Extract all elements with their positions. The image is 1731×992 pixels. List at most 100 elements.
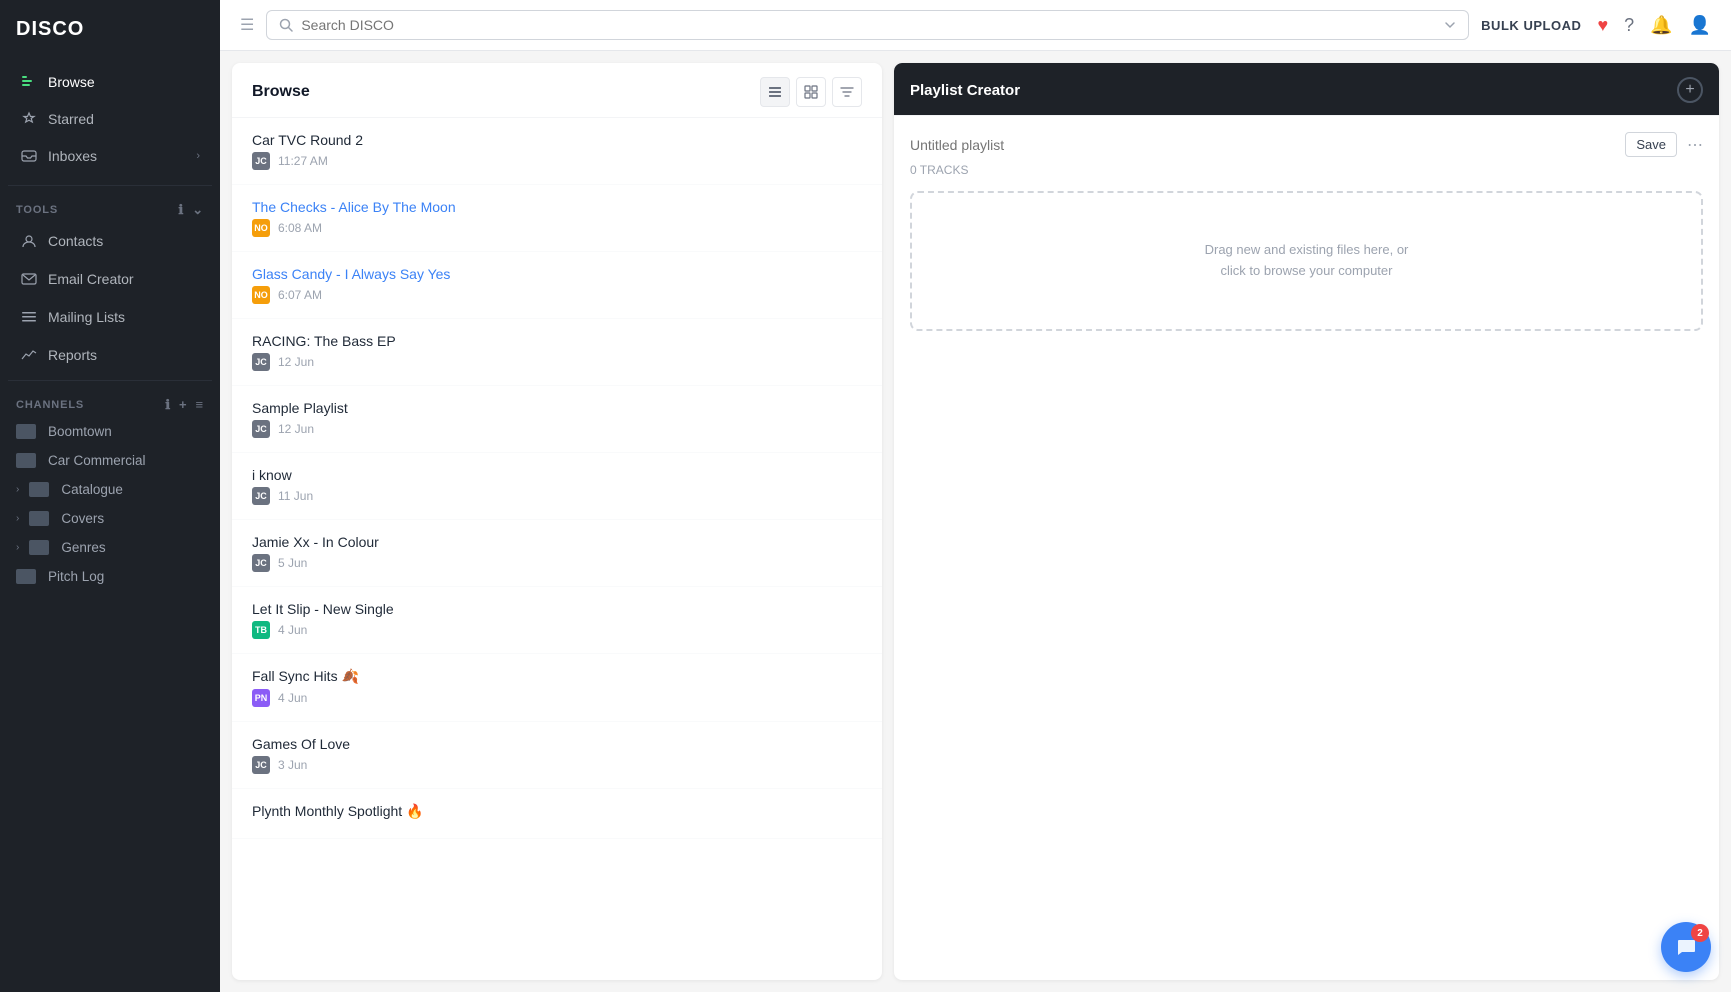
item-link[interactable]: The Checks - Alice By The Moon [252, 199, 456, 215]
drop-zone-text: Drag new and existing files here, or cli… [1205, 240, 1409, 282]
sidebar-collapse-button[interactable]: ☰ [240, 15, 254, 35]
item-title: Jamie Xx - In Colour [252, 534, 862, 550]
list-item[interactable]: Jamie Xx - In Colour JC 5 Jun [232, 520, 882, 587]
grid-view-button[interactable] [796, 77, 826, 107]
inbox-icon [20, 147, 38, 165]
playlist-more-button[interactable]: ⋯ [1687, 135, 1703, 155]
item-meta: TB 4 Jun [252, 621, 862, 639]
item-title: Plynth Monthly Spotlight 🔥 [252, 803, 862, 820]
content-area: Browse Car TVC Round 2 [220, 51, 1731, 992]
item-title: Let It Slip - New Single [252, 601, 862, 617]
divider [8, 380, 212, 381]
favorites-icon[interactable]: ♥ [1597, 15, 1608, 36]
browse-header: Browse [232, 63, 882, 118]
filter-button[interactable] [832, 77, 862, 107]
playlist-creator: Playlist Creator + Save ⋯ 0 TRACKS Drag … [894, 63, 1719, 980]
item-date: 12 Jun [278, 422, 314, 436]
item-date: 6:08 AM [278, 221, 322, 235]
channel-catalogue[interactable]: › Catalogue [0, 475, 220, 504]
sidebar-item-email-creator[interactable]: Email Creator [4, 261, 216, 297]
user-avatar[interactable]: 👤 [1689, 15, 1711, 36]
folder-icon [16, 424, 36, 439]
search-input[interactable] [301, 17, 1436, 33]
notifications-icon[interactable]: 🔔 [1650, 15, 1672, 36]
playlist-name-row: Save ⋯ [910, 132, 1703, 157]
channel-label: Pitch Log [48, 569, 104, 584]
item-title: Car TVC Round 2 [252, 132, 862, 148]
item-title: Glass Candy - I Always Say Yes [252, 266, 862, 282]
list-item[interactable]: Glass Candy - I Always Say Yes NO 6:07 A… [232, 252, 882, 319]
playlist-save-button[interactable]: Save [1625, 132, 1677, 157]
browse-icon [20, 73, 38, 91]
user-badge: PN [252, 689, 270, 707]
sidebar-item-mailing-lists[interactable]: Mailing Lists [4, 299, 216, 335]
chevron-down-icon[interactable]: ⌄ [192, 202, 204, 218]
info-icon[interactable]: ℹ [165, 397, 171, 413]
list-view-button[interactable] [760, 77, 790, 107]
topbar-actions: BULK UPLOAD ♥ ? 🔔 👤 [1481, 15, 1711, 36]
list-item[interactable]: The Checks - Alice By The Moon NO 6:08 A… [232, 185, 882, 252]
grid-icon [804, 85, 818, 99]
sidebar-item-inboxes[interactable]: Inboxes › [4, 138, 216, 174]
list-item[interactable]: Games Of Love JC 3 Jun [232, 722, 882, 789]
help-icon[interactable]: ? [1624, 15, 1634, 36]
divider [8, 185, 212, 186]
item-title: RACING: The Bass EP [252, 333, 862, 349]
list-item[interactable]: Plynth Monthly Spotlight 🔥 [232, 789, 882, 839]
channel-car-commercial[interactable]: Car Commercial [0, 446, 220, 475]
chat-widget[interactable]: 2 [1661, 922, 1711, 972]
item-date: 4 Jun [278, 691, 307, 705]
playlist-tracks-count: 0 TRACKS [910, 163, 1703, 177]
app-logo: DISCO [0, 0, 220, 59]
list-item[interactable]: Car TVC Round 2 JC 11:27 AM [232, 118, 882, 185]
browse-title: Browse [252, 83, 760, 101]
channel-label: Boomtown [48, 424, 112, 439]
filter-icon[interactable]: ≡ [196, 397, 204, 413]
info-icon[interactable]: ℹ [178, 202, 184, 218]
channel-label: Genres [61, 540, 105, 555]
playlist-creator-add-button[interactable]: + [1677, 77, 1703, 103]
user-badge: JC [252, 152, 270, 170]
sidebar-item-label: Browse [48, 74, 95, 90]
folder-icon [29, 511, 49, 526]
channel-genres[interactable]: › Genres [0, 533, 220, 562]
main-area: ☰ BULK UPLOAD ♥ ? 🔔 👤 Browse [220, 0, 1731, 992]
chevron-right-icon: › [196, 150, 200, 162]
chevron-right-icon: › [16, 542, 19, 553]
list-icon [768, 85, 782, 99]
user-badge: JC [252, 353, 270, 371]
channel-boomtown[interactable]: Boomtown [0, 417, 220, 446]
list-item[interactable]: i know JC 11 Jun [232, 453, 882, 520]
user-badge: JC [252, 487, 270, 505]
sidebar-item-browse[interactable]: Browse [4, 64, 216, 100]
sidebar-item-contacts[interactable]: Contacts [4, 223, 216, 259]
sidebar-item-label: Inboxes [48, 148, 97, 164]
item-link[interactable]: Glass Candy - I Always Say Yes [252, 266, 450, 282]
sidebar-item-reports[interactable]: Reports [4, 337, 216, 373]
browse-list: Car TVC Round 2 JC 11:27 AM The Checks -… [232, 118, 882, 980]
item-date: 5 Jun [278, 556, 307, 570]
list-item[interactable]: RACING: The Bass EP JC 12 Jun [232, 319, 882, 386]
item-meta: JC 11 Jun [252, 487, 862, 505]
user-badge: JC [252, 420, 270, 438]
email-icon [20, 270, 38, 288]
user-badge: NO [252, 286, 270, 304]
list-item[interactable]: Sample Playlist JC 12 Jun [232, 386, 882, 453]
channel-covers[interactable]: › Covers [0, 504, 220, 533]
folder-icon [16, 453, 36, 468]
list-item[interactable]: Let It Slip - New Single TB 4 Jun [232, 587, 882, 654]
channel-pitch-log[interactable]: Pitch Log [0, 562, 220, 591]
sidebar-item-starred[interactable]: Starred [4, 101, 216, 137]
sidebar-item-label: Mailing Lists [48, 309, 125, 325]
user-badge: JC [252, 554, 270, 572]
add-channel-icon[interactable]: + [179, 397, 187, 413]
playlist-name-input[interactable] [910, 137, 1615, 153]
channel-label: Catalogue [61, 482, 123, 497]
list-item[interactable]: Fall Sync Hits 🍂 PN 4 Jun [232, 654, 882, 722]
sidebar: DISCO Browse Starred Inboxes › TOOLS ℹ ⌄ [0, 0, 220, 992]
channels-header-icons: ℹ + ≡ [165, 397, 204, 413]
playlist-drop-zone[interactable]: Drag new and existing files here, or cli… [910, 191, 1703, 331]
bulk-upload-button[interactable]: BULK UPLOAD [1481, 18, 1581, 33]
reports-icon [20, 346, 38, 364]
item-title: The Checks - Alice By The Moon [252, 199, 862, 215]
